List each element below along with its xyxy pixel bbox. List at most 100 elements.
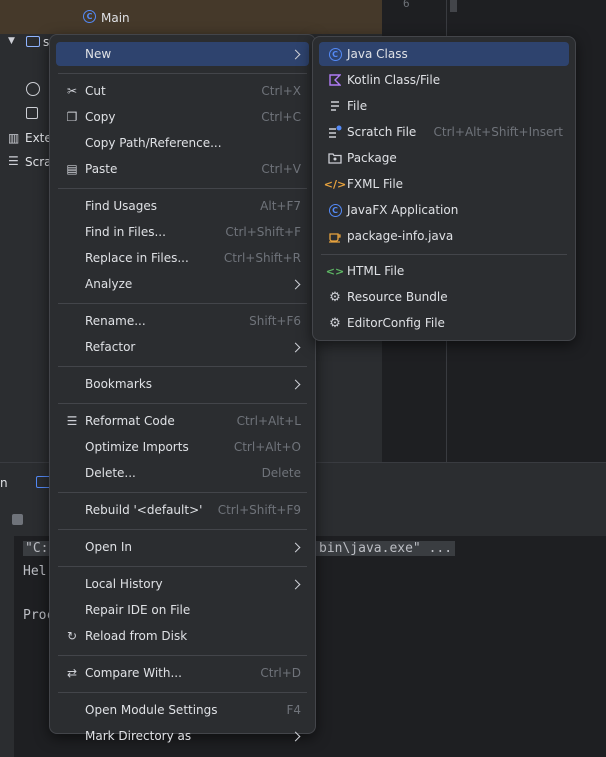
console-line-1: "C: xyxy=(23,541,51,556)
chevron-right-icon xyxy=(290,579,301,589)
menu-item-label: Rebuild '<default>' xyxy=(85,503,203,517)
new-java-class-item[interactable]: C Java Class xyxy=(319,42,569,66)
menu-separator xyxy=(58,303,307,304)
menu-item-label: EditorConfig File xyxy=(347,316,445,330)
new-resource-bundle-item[interactable]: ⚙ Resource Bundle xyxy=(319,285,569,309)
tree-row-main[interactable]: C Main xyxy=(0,0,382,34)
new-kotlin-class-file-item[interactable]: Kotlin Class/File xyxy=(319,68,569,92)
tree-row-hidden-1 xyxy=(26,82,40,96)
menu-item-label: File xyxy=(347,99,368,113)
copy-icon: ❐ xyxy=(66,110,78,124)
menu-item-replace-in-files[interactable]: Replace in Files... Ctrl+Shift+R xyxy=(56,246,309,270)
menu-item-shortcut: F4 xyxy=(286,703,301,717)
menu-separator xyxy=(58,492,307,493)
file-icon xyxy=(327,98,343,114)
menu-item-label: FXML File xyxy=(347,177,404,191)
new-editorconfig-file-item[interactable]: ⚙ EditorConfig File xyxy=(319,311,569,335)
menu-item-label: New xyxy=(85,47,112,61)
menu-item-compare-with[interactable]: ⇄ Compare With... Ctrl+D xyxy=(56,661,309,685)
new-scratch-file-item[interactable]: Scratch File Ctrl+Alt+Shift+Insert xyxy=(319,120,569,144)
menu-item-find-in-files[interactable]: Find in Files... Ctrl+Shift+F xyxy=(56,220,309,244)
run-left-strip xyxy=(0,536,14,757)
new-package-item[interactable]: Package xyxy=(319,146,569,170)
html-icon: <> xyxy=(325,264,345,278)
menu-item-optimize-imports[interactable]: Optimize Imports Ctrl+Alt+O xyxy=(56,435,309,459)
menu-item-label: Copy Path/Reference... xyxy=(85,136,222,150)
reload-icon: ↻ xyxy=(66,629,78,643)
menu-item-repair-ide-on-file[interactable]: Repair IDE on File xyxy=(56,598,309,622)
menu-item-paste[interactable]: ▤ Paste Ctrl+V xyxy=(56,157,309,181)
menu-separator xyxy=(58,529,307,530)
menu-item-label: Analyze xyxy=(85,277,133,291)
menu-item-shortcut: Ctrl+Alt+Shift+Insert xyxy=(433,125,563,139)
scratch-file-icon xyxy=(327,124,343,140)
menu-item-label: JavaFX Application xyxy=(347,203,459,217)
menu-item-shortcut: Ctrl+Shift+R xyxy=(223,251,301,265)
new-package-info-java-item[interactable]: package-info.java xyxy=(319,224,569,248)
menu-item-shortcut: Alt+F7 xyxy=(260,199,301,213)
menu-item-label: Delete... xyxy=(85,466,136,480)
menu-item-label: Local History xyxy=(85,577,163,591)
menu-item-rename[interactable]: Rename... Shift+F6 xyxy=(56,309,309,333)
tree-row-src[interactable]: ▼ s xyxy=(0,34,50,52)
menu-item-delete[interactable]: Delete... Delete xyxy=(56,461,309,485)
menu-item-label: Compare With... xyxy=(85,666,182,680)
folder-icon xyxy=(26,36,40,47)
menu-item-bookmarks[interactable]: Bookmarks xyxy=(56,372,309,396)
reformat-icon: ☰ xyxy=(66,414,78,428)
menu-item-mark-directory-as[interactable]: Mark Directory as xyxy=(56,724,309,748)
menu-item-shortcut: Ctrl+V xyxy=(261,162,301,176)
scratches-icon: ☰ xyxy=(8,154,19,168)
menu-item-label: Refactor xyxy=(85,340,136,354)
chevron-right-icon xyxy=(290,731,301,741)
menu-separator xyxy=(58,73,307,74)
tree-row-external[interactable]: ▥ Exter xyxy=(0,130,57,148)
new-html-file-item[interactable]: <> HTML File xyxy=(319,259,569,283)
menu-item-label: Copy xyxy=(85,110,116,124)
menu-item-label: Package xyxy=(347,151,397,165)
menu-item-reload-from-disk[interactable]: ↻ Reload from Disk xyxy=(56,624,309,648)
run-tab-label[interactable]: n xyxy=(0,476,8,490)
menu-item-local-history[interactable]: Local History xyxy=(56,572,309,596)
tree-row-scratches[interactable]: ☰ Scrat xyxy=(0,154,56,172)
menu-item-shortcut: Ctrl+D xyxy=(260,666,301,680)
menu-item-label: Find in Files... xyxy=(85,225,166,239)
java-class-icon: C xyxy=(83,10,96,23)
menu-item-find-usages[interactable]: Find Usages Alt+F7 xyxy=(56,194,309,218)
chevron-right-icon xyxy=(290,49,301,59)
java-class-icon: C xyxy=(327,46,343,62)
new-file-item[interactable]: File xyxy=(319,94,569,118)
menu-separator xyxy=(58,188,307,189)
menu-item-open-module-settings[interactable]: Open Module Settings F4 xyxy=(56,698,309,722)
chevron-down-icon[interactable]: ▼ xyxy=(8,36,15,46)
menu-item-shortcut: Shift+F6 xyxy=(249,314,301,328)
main-file-label: Main xyxy=(101,11,130,25)
menu-item-copy-path-reference[interactable]: Copy Path/Reference... xyxy=(56,131,309,155)
stop-icon[interactable] xyxy=(12,514,23,525)
new-submenu: C Java Class Kotlin Class/File File Scratch … xyxy=(312,36,576,341)
menu-item-label: Cut xyxy=(85,84,106,98)
menu-item-analyze[interactable]: Analyze xyxy=(56,272,309,296)
menu-item-cut[interactable]: ✂ Cut Ctrl+X xyxy=(56,79,309,103)
menu-item-shortcut: Ctrl+Shift+F9 xyxy=(217,503,301,517)
menu-item-shortcut: Delete xyxy=(261,466,301,480)
menu-item-rebuild-default[interactable]: Rebuild '<default>' Ctrl+Shift+F9 xyxy=(56,498,309,522)
new-fxml-file-item[interactable]: </> FXML File xyxy=(319,172,569,196)
menu-item-reformat-code[interactable]: ☰ Reformat Code Ctrl+Alt+L xyxy=(56,409,309,433)
menu-item-shortcut: Ctrl+C xyxy=(261,110,301,124)
menu-item-label: Reload from Disk xyxy=(85,629,188,643)
menu-item-open-in[interactable]: Open In xyxy=(56,535,309,559)
menu-item-label: Mark Directory as xyxy=(85,729,192,743)
new-javafx-application-item[interactable]: C JavaFX Application xyxy=(319,198,569,222)
menu-item-shortcut: Ctrl+Alt+L xyxy=(236,414,301,428)
menu-separator xyxy=(58,692,307,693)
library-icon: ▥ xyxy=(8,131,20,145)
menu-item-refactor[interactable]: Refactor xyxy=(56,335,309,359)
menu-item-shortcut: Ctrl+Shift+F xyxy=(225,225,301,239)
menu-item-label: HTML File xyxy=(347,264,405,278)
menu-item-new[interactable]: New xyxy=(56,42,309,66)
menu-item-label: Java Class xyxy=(347,47,408,61)
menu-item-copy[interactable]: ❐ Copy Ctrl+C xyxy=(56,105,309,129)
editorconfig-icon: ⚙ xyxy=(329,315,341,331)
scissors-icon: ✂ xyxy=(66,84,78,98)
